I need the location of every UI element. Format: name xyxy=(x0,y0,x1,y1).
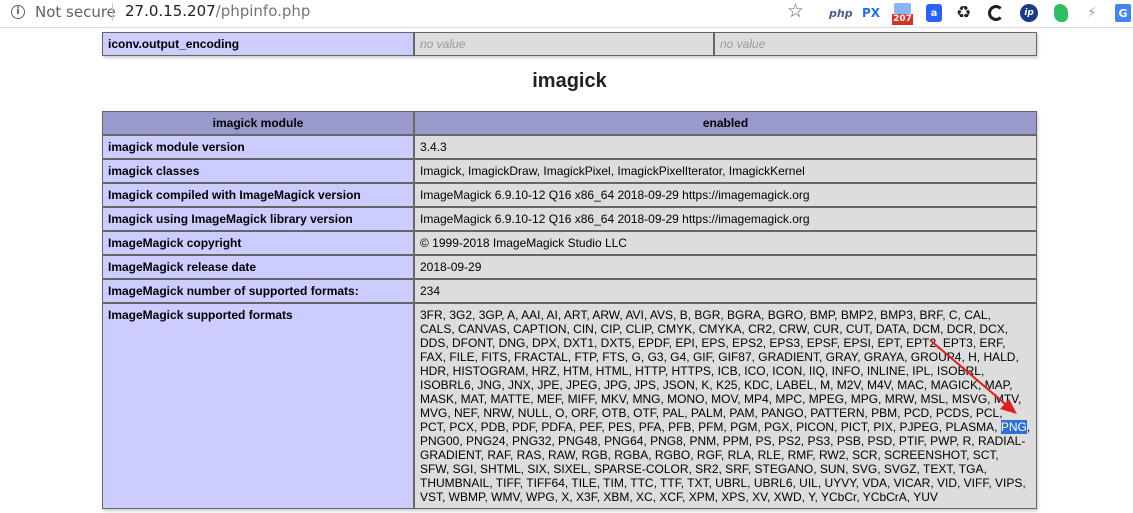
row-value: 234 xyxy=(414,279,1037,303)
header-module: imagick module xyxy=(102,111,414,135)
recycle-extension-icon[interactable]: ♻ xyxy=(956,3,971,23)
row-label: ImageMagick supported formats xyxy=(102,303,414,509)
row-value: 2018-09-29 xyxy=(414,255,1037,279)
section-title: imagick xyxy=(532,70,607,92)
mail-count-badge: 207 xyxy=(892,14,913,25)
row-label: Imagick using ImageMagick library versio… xyxy=(102,207,414,231)
bolt-extension-icon[interactable]: ⚡ xyxy=(1087,4,1097,22)
php-extension-icon[interactable]: php xyxy=(829,4,853,22)
url-path: /phpinfo.php xyxy=(215,2,311,20)
selected-format-highlight[interactable]: PNG xyxy=(1000,420,1027,434)
security-indicator[interactable]: Not secure xyxy=(35,3,116,21)
table-row: ImageMagick release date 2018-09-29 xyxy=(102,255,1037,279)
envelope-icon xyxy=(894,3,911,14)
formats-text: 3FR, 3G2, 3GP, A, AAI, AI, ART, ARW, AVI… xyxy=(420,308,1022,434)
url-host: 27.0.15.207 xyxy=(125,2,216,20)
browser-address-bar: i Not secure 27.0.15.207/phpinfo.php ☆ p… xyxy=(0,0,1133,28)
ip-extension-icon[interactable]: ip xyxy=(1020,4,1038,22)
row-label: imagick module version xyxy=(102,135,414,159)
info-icon[interactable]: i xyxy=(11,5,25,19)
table-row: imagick module version 3.4.3 xyxy=(102,135,1037,159)
row-value: © 1999-2018 ImageMagick Studio LLC xyxy=(414,231,1037,255)
row-label: ImageMagick release date xyxy=(102,255,414,279)
imagick-table: imagick module enabled imagick module ve… xyxy=(102,111,1037,509)
table-row: Imagick compiled with ImageMagick versio… xyxy=(102,183,1037,207)
google-translate-extension-icon[interactable]: G xyxy=(1115,4,1131,22)
directive-label: iconv.output_encoding xyxy=(102,32,414,56)
bookmark-star-icon[interactable]: ☆ xyxy=(787,0,804,22)
table-row: ImageMagick number of supported formats:… xyxy=(102,279,1037,303)
row-value: ImageMagick 6.9.10-12 Q16 x86_64 2018-09… xyxy=(414,207,1037,231)
row-value: ImageMagick 6.9.10-12 Q16 x86_64 2018-09… xyxy=(414,183,1037,207)
table-row: ImageMagick copyright © 1999-2018 ImageM… xyxy=(102,231,1037,255)
iconv-table: iconv.output_encoding no value no value xyxy=(102,32,1037,56)
table-row: ImageMagick supported formats 3FR, 3G2, … xyxy=(102,303,1037,509)
row-label: imagick classes xyxy=(102,159,414,183)
table-row: imagick classes Imagick, ImagickDraw, Im… xyxy=(102,159,1037,183)
row-value: Imagick, ImagickDraw, ImagickPixel, Imag… xyxy=(414,159,1037,183)
row-value: 3.4.3 xyxy=(414,135,1037,159)
amazon-extension-icon[interactable]: a xyxy=(926,4,942,22)
local-value: no value xyxy=(414,32,714,56)
sync-extension-icon[interactable] xyxy=(988,5,1004,21)
url-field[interactable]: 27.0.15.207/phpinfo.php xyxy=(125,2,310,20)
table-row: iconv.output_encoding no value no value xyxy=(102,32,1037,56)
header-status: enabled xyxy=(414,111,1037,135)
table-row: Imagick using ImageMagick library versio… xyxy=(102,207,1037,231)
mail-extension-icon[interactable]: 207 xyxy=(892,3,913,25)
row-label: Imagick compiled with ImageMagick versio… xyxy=(102,183,414,207)
px-extension-icon[interactable]: PX xyxy=(862,4,880,22)
evernote-extension-icon[interactable] xyxy=(1054,4,1068,22)
row-label: ImageMagick copyright xyxy=(102,231,414,255)
supported-formats-list[interactable]: 3FR, 3G2, 3GP, A, AAI, AI, ART, ARW, AVI… xyxy=(414,303,1037,509)
divider xyxy=(112,3,113,21)
master-value: no value xyxy=(714,32,1037,56)
row-label: ImageMagick number of supported formats: xyxy=(102,279,414,303)
table-header-row: imagick module enabled xyxy=(102,111,1037,135)
